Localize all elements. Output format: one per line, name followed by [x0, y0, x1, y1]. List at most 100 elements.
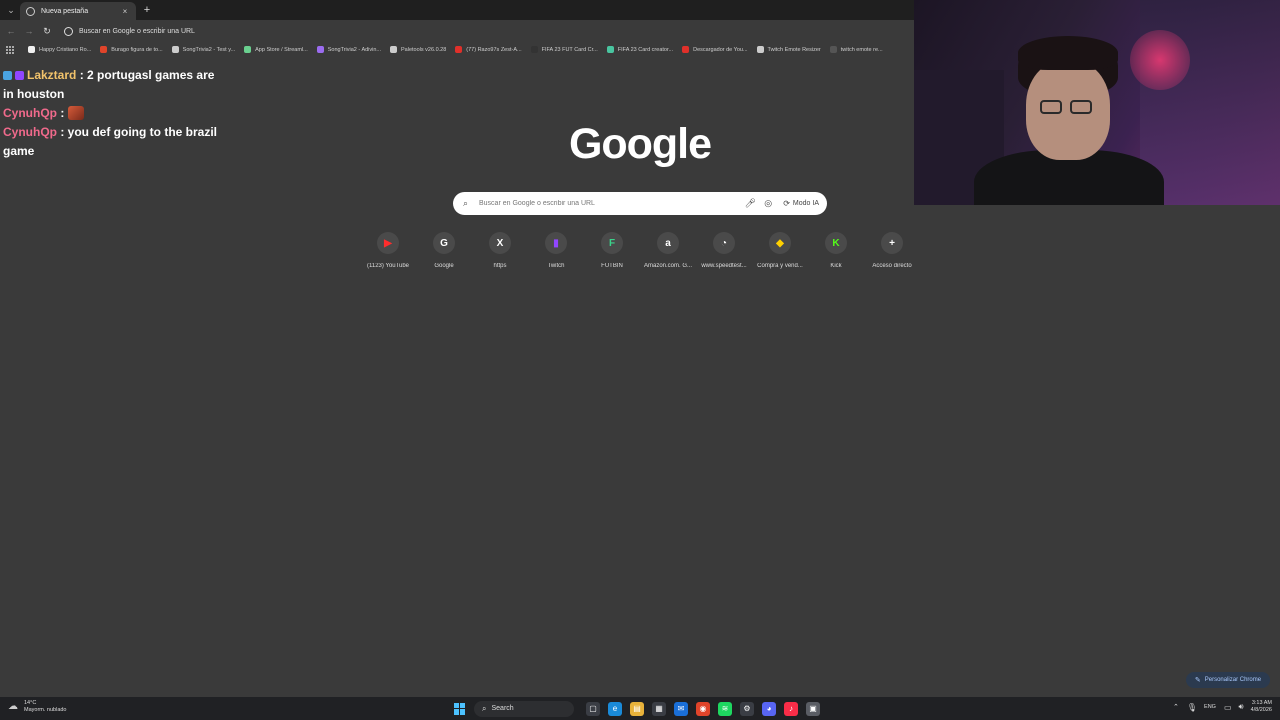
webcam-overlay	[914, 0, 1280, 205]
new-tab-favicon-icon	[26, 6, 35, 16]
chrome-icon[interactable]: ◉	[696, 701, 710, 716]
edge-icon[interactable]: e	[608, 701, 622, 716]
google-icon: G	[433, 232, 455, 254]
discord-icon[interactable]: ◕	[762, 701, 776, 716]
google-search-box[interactable]: ⌕ 🎤︎ ◎ ⟳Modo IA	[453, 192, 827, 215]
bookmark-label: App Store / Streaml...	[255, 46, 308, 53]
start-button[interactable]	[454, 702, 466, 715]
taskbar-search-label: Search	[491, 705, 514, 712]
google-icon	[64, 26, 73, 36]
weather-desc: Mayorm. nublado	[24, 707, 67, 713]
search-input[interactable]	[479, 200, 740, 207]
bookmark-label: Burago figura de to...	[111, 46, 163, 53]
tab-search-icon[interactable]: ⌄	[4, 3, 18, 17]
chat-message: Lakztard : 2 portugasl games are in hous…	[3, 66, 223, 104]
shortcut-tile[interactable]: ◆ Compra y vend...	[752, 232, 808, 269]
shortcut-label: Acceso directo	[872, 263, 912, 269]
clock[interactable]: 3:13 AM 4/8/2026	[1251, 700, 1272, 714]
shortcut-tile[interactable]: ▮ Twitch	[528, 232, 584, 269]
shortcut-tile[interactable]: K Kick	[808, 232, 864, 269]
shortcut-label: Google	[434, 263, 454, 269]
chat-username: Lakztard	[27, 68, 77, 82]
app-icon[interactable]: ▣	[806, 701, 820, 716]
shortcut-label: Twitch	[547, 263, 565, 269]
emote-icon	[67, 106, 84, 120]
network-icon[interactable]: ▭	[1224, 703, 1232, 712]
bookmark-label: SongTrivia2 - Adivin...	[327, 46, 382, 53]
bookmark-item[interactable]: SongTrivia2 - Test y...	[171, 46, 236, 53]
address-bar-text: Buscar en Google o escribir una URL	[79, 27, 195, 35]
kick-icon: K	[825, 232, 847, 254]
bookmark-favicon-icon	[455, 46, 463, 53]
shortcuts-grid: ▶ (1123) YouTube G Google Xhttps ▮ Twitch F FUTB…	[360, 232, 920, 278]
language-indicator[interactable]: ENG	[1204, 704, 1216, 710]
search-icon: ⌕	[463, 198, 469, 208]
bookmark-item[interactable]: twitch emote re...	[829, 46, 883, 53]
lens-icon[interactable]: ◎	[761, 198, 775, 209]
music-icon[interactable]: ♪	[784, 701, 798, 716]
bookmark-item[interactable]: Paletools v26.0.28	[390, 46, 446, 53]
tab-new-tab[interactable]: Nueva pestaña ×	[20, 2, 136, 20]
clock-time: 3:13 AM	[1251, 700, 1272, 706]
bookmark-favicon-icon	[756, 46, 764, 53]
shortcut-tile[interactable]: Xhttps	[472, 232, 528, 269]
bookmark-item[interactable]: (77) Razo97s Zest-A...	[455, 46, 522, 53]
shortcut-tile[interactable]: F FUTBIN	[584, 232, 640, 269]
reload-button[interactable]: ↻	[41, 25, 53, 37]
bookmark-item[interactable]: Burago figura de to...	[100, 46, 163, 53]
ai-mode-button[interactable]: ⟳ Modo IA	[783, 199, 819, 208]
shortcut-tile[interactable]: + Acceso directo	[864, 232, 920, 269]
bookmark-label: Paletools v26.0.28	[401, 46, 447, 53]
bookmark-item[interactable]: Descargador de You...	[682, 46, 748, 53]
shortcut-tile[interactable]: ◔ www.speedtest...	[696, 232, 752, 269]
twitch-badge-icon	[15, 71, 24, 80]
file-icon[interactable]: ▢	[586, 701, 600, 716]
bookmark-item[interactable]: Happy Cristiano Ro...	[28, 46, 91, 53]
chat-username: CynuhQp	[3, 125, 57, 139]
bookmark-item[interactable]: FIFA 23 Card creator...	[606, 46, 674, 53]
shortcut-label: Compra y vend...	[757, 263, 803, 269]
bookmark-item[interactable]: SongTrivia2 - Adivin...	[316, 46, 382, 53]
personalize-chrome-button[interactable]: ✎ Personalizar Chrome	[1186, 672, 1270, 688]
volume-icon[interactable]: 🔊︎	[1239, 702, 1244, 712]
apps-grid-icon[interactable]	[6, 45, 14, 54]
stream-chat-overlay: Lakztard : 2 portugasl games are in hous…	[3, 66, 223, 161]
bookmark-label: FIFA 23 Card creator...	[617, 46, 674, 53]
address-bar[interactable]: Buscar en Google o escribir una URL	[58, 23, 908, 39]
bookmark-label: Happy Cristiano Ro...	[39, 46, 92, 53]
folder-icon[interactable]: ▤	[630, 701, 644, 716]
chevron-up-icon[interactable]: ⌃	[1173, 703, 1179, 711]
store-icon[interactable]: ▦	[652, 701, 666, 716]
new-tab-button[interactable]: +	[140, 3, 154, 17]
clock-date: 4/8/2026	[1250, 707, 1272, 713]
shortcut-label: Kick	[830, 263, 842, 269]
bookmark-item[interactable]: FIFA 23 FUT Card Cr...	[530, 46, 598, 53]
bookmark-favicon-icon	[530, 46, 538, 53]
search-icon: ⌕	[482, 703, 487, 713]
tab-close-icon[interactable]: ×	[120, 7, 130, 16]
bookmark-item[interactable]: App Store / Streaml...	[244, 46, 308, 53]
bookmark-favicon-icon	[316, 46, 324, 53]
bookmark-favicon-icon	[606, 46, 614, 53]
taskbar-search[interactable]: ⌕ Search	[474, 700, 574, 717]
microphone-icon[interactable]: 🎤︎	[743, 198, 757, 209]
shortcut-tile[interactable]: G Google	[416, 232, 472, 269]
shortcut-tile[interactable]: a Amazon.com. G...	[640, 232, 696, 269]
bookmark-label: SongTrivia2 - Test y...	[182, 46, 236, 53]
bookmark-favicon-icon	[390, 46, 398, 53]
chat-message: CynuhQp : you def going to the brazil ga…	[3, 123, 223, 161]
shortcut-label: Amazon.com. G...	[643, 263, 692, 269]
bookmark-label: Descargador de You...	[693, 46, 748, 53]
bookmark-item[interactable]: Twitch Emote Resizer	[756, 46, 821, 53]
microphone-icon[interactable]: 🎙︎	[1187, 703, 1197, 712]
weather-widget[interactable]: ☁ 14°C Mayorm. nublado	[8, 700, 67, 714]
speedtest-icon: ◔	[713, 232, 735, 254]
bookmark-label: (77) Razo97s Zest-A...	[466, 46, 522, 53]
back-button[interactable]: ←	[5, 25, 17, 37]
add-shortcut-icon: +	[881, 232, 903, 254]
shortcut-tile[interactable]: ▶ (1123) YouTube	[360, 232, 416, 269]
spotify-icon[interactable]: ≋	[718, 701, 732, 716]
forward-button[interactable]: →	[23, 25, 35, 37]
mail-icon[interactable]: ✉	[674, 701, 688, 716]
settings-icon[interactable]: ⚙	[740, 701, 754, 716]
